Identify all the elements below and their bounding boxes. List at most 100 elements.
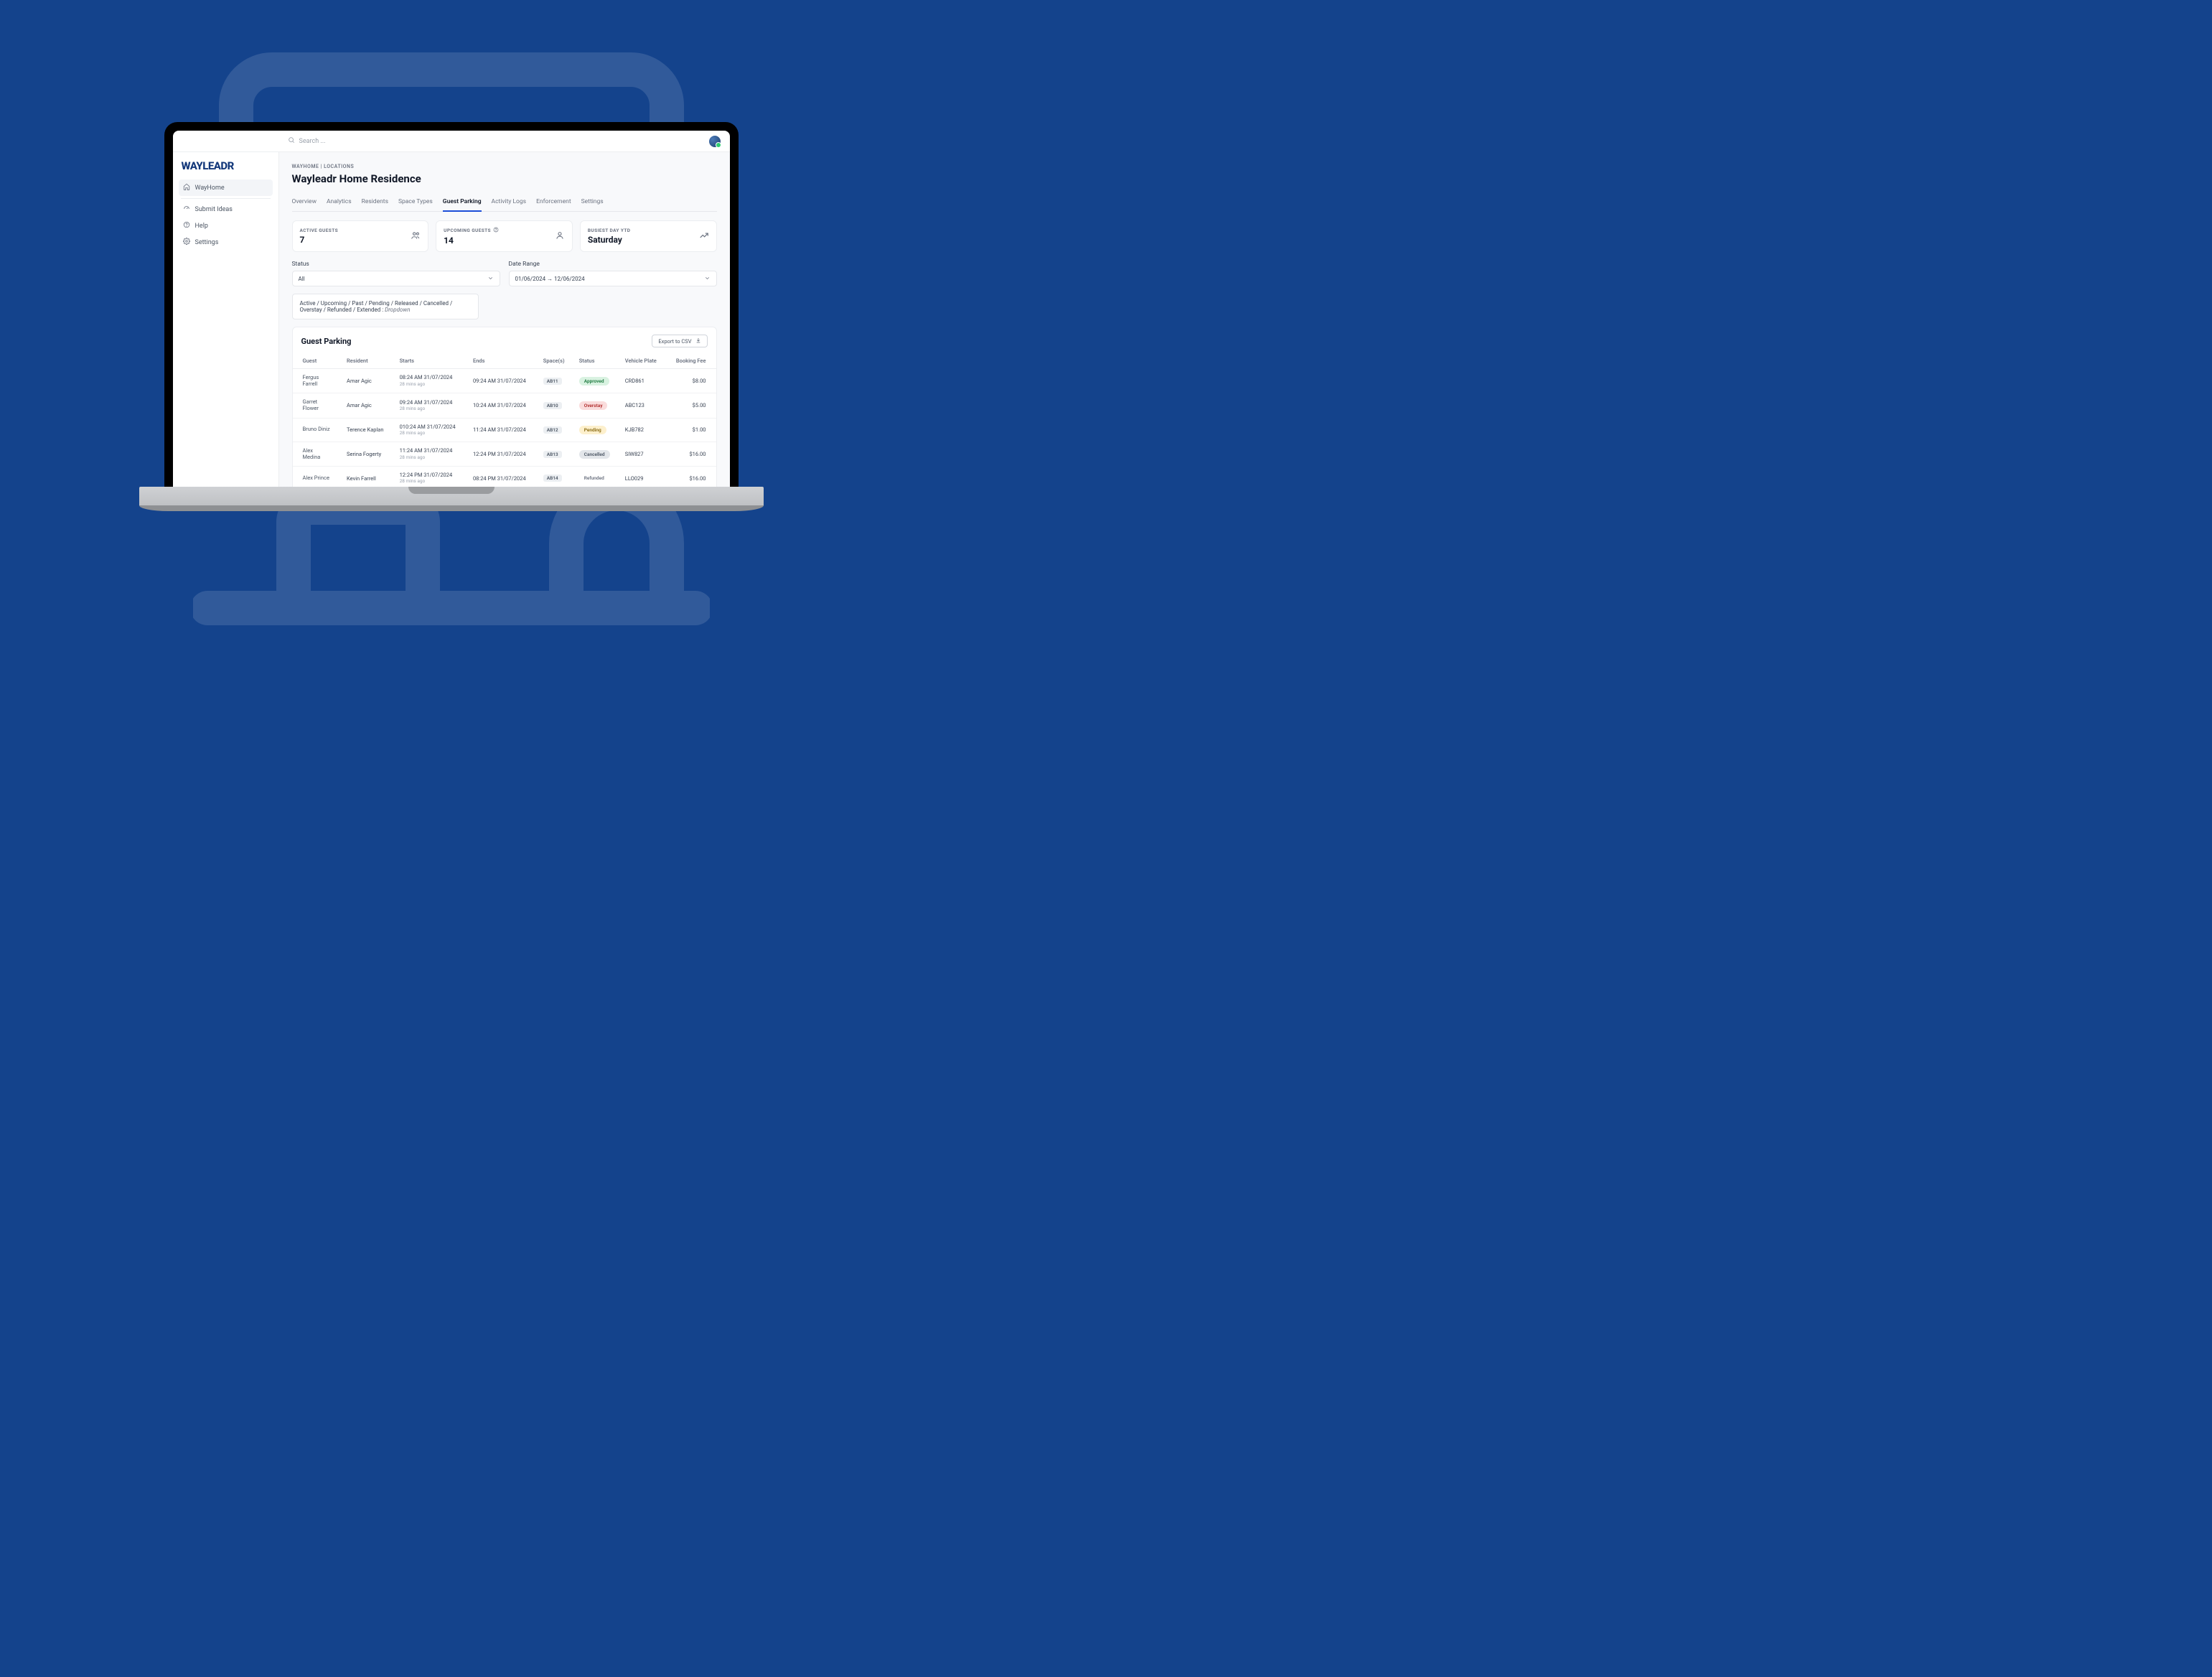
help-icon [183, 221, 190, 230]
cell-starts: 11:24 AM 31/07/202428 mins ago [394, 442, 467, 466]
page-title: Wayleadr Home Residence [292, 172, 717, 185]
sidebar-item-label: Submit Ideas [195, 206, 233, 213]
cell-status: Approved [573, 369, 619, 393]
table-title: Guest Parking [301, 337, 352, 346]
cell-plate: ABC123 [619, 393, 666, 418]
sidebar-item-help[interactable]: Help [179, 218, 273, 234]
th-starts: Starts [394, 353, 467, 369]
stat-label: BUSIEST DAY YTD [588, 228, 631, 233]
tab-enforcement[interactable]: Enforcement [536, 194, 571, 211]
trending-up-icon [699, 230, 709, 243]
stat-value: Saturday [588, 235, 631, 245]
cell-fee: $1.00 [666, 418, 716, 442]
gear-icon [183, 238, 190, 247]
cell-plate: SIW827 [619, 442, 666, 466]
date-range-select[interactable]: 01/06/2024 → 12/06/2024 [509, 271, 717, 286]
tab-residents[interactable]: Residents [362, 194, 388, 211]
cell-resident: Kevin Farrell [341, 467, 394, 487]
cell-status: Overstay [573, 393, 619, 418]
user-icon [555, 230, 565, 243]
cell-status: Cancelled [573, 442, 619, 466]
download-icon [695, 337, 701, 345]
cell-ends: 08:24 PM 31/07/2024 [467, 467, 538, 487]
speedometer-icon [183, 205, 190, 214]
tabs: Overview Analytics Residents Space Types… [292, 194, 717, 212]
cell-plate: LLO029 [619, 467, 666, 487]
table-row[interactable]: Alex PrinceKevin Farrell12:24 PM 31/07/2… [293, 467, 716, 487]
cell-guest: Alex Medina [303, 448, 332, 460]
tab-space-types[interactable]: Space Types [398, 194, 433, 211]
cell-fee: $16.00 [666, 442, 716, 466]
stat-value: 14 [444, 235, 499, 246]
cell-starts: 08:24 AM 31/07/202428 mins ago [394, 369, 467, 393]
cell-plate: CRD861 [619, 369, 666, 393]
cell-resident: Amar Agic [341, 393, 394, 418]
cell-space: AB14 [538, 467, 573, 487]
main-content: WAYHOME | LOCATIONS Wayleadr Home Reside… [279, 152, 730, 487]
search-input[interactable]: Search ... [288, 136, 326, 146]
cell-ends: 12:24 PM 31/07/2024 [467, 442, 538, 466]
th-resident: Resident [341, 353, 394, 369]
date-range-value: 01/06/2024 → 12/06/2024 [515, 276, 585, 282]
status-options-hint: Active / Upcoming / Past / Pending / Rel… [292, 294, 479, 319]
th-guest: Guest [293, 353, 342, 369]
th-booking-fee: Booking Fee [666, 353, 716, 369]
tab-overview[interactable]: Overview [292, 194, 317, 211]
cell-fee: $16.00 [666, 467, 716, 487]
cell-space: AB12 [538, 418, 573, 442]
chevron-down-icon [487, 275, 494, 283]
cell-starts: 12:24 PM 31/07/202428 mins ago [394, 467, 467, 487]
sidebar: WAYLEADR WayHome Submit Ideas Help [173, 152, 279, 487]
cell-resident: Serina Fogerty [341, 442, 394, 466]
stat-card-active-guests: ACTIVE GUESTS 7 [292, 220, 429, 252]
th-vehicle-plate: Vehicle Plate [619, 353, 666, 369]
tab-activity-logs[interactable]: Activity Logs [492, 194, 527, 211]
cell-guest: Fergus Farrell [303, 375, 332, 387]
stat-card-busiest-day: BUSIEST DAY YTD Saturday [580, 220, 717, 252]
cell-fee: $8.00 [666, 369, 716, 393]
sidebar-item-label: Settings [195, 239, 219, 246]
cell-status: Pending [573, 418, 619, 442]
cell-ends: 10:24 AM 31/07/2024 [467, 393, 538, 418]
cell-space: AB11 [538, 369, 573, 393]
users-icon [411, 230, 421, 243]
table-row[interactable]: Garret FlowerAmar Agic09:24 AM 31/07/202… [293, 393, 716, 418]
th-ends: Ends [467, 353, 538, 369]
date-range-label: Date Range [509, 261, 717, 268]
guest-parking-table: Guest Resident Starts Ends Space(s) Stat… [293, 353, 716, 487]
status-filter-select[interactable]: All [292, 271, 500, 286]
table-row[interactable]: Alex Medina Serina Fogerty11:24 AM 31/07/… [293, 442, 716, 466]
cell-starts: 010:24 AM 31/07/202428 mins ago [394, 418, 467, 442]
export-csv-button[interactable]: Export to CSV [652, 335, 707, 347]
cell-status: Refunded [573, 467, 619, 487]
stat-value: 7 [300, 235, 338, 245]
table-row[interactable]: Fergus Farrell Amar Agic08:24 AM 31/07/20… [293, 369, 716, 393]
cell-plate: KJB782 [619, 418, 666, 442]
sidebar-item-submit-ideas[interactable]: Submit Ideas [179, 201, 273, 218]
cell-space: AB13 [538, 442, 573, 466]
avatar[interactable] [708, 135, 721, 148]
logo: WAYLEADR [179, 158, 273, 179]
tab-analytics[interactable]: Analytics [327, 194, 352, 211]
sidebar-item-wayhome[interactable]: WayHome [179, 179, 273, 196]
cell-resident: Amar Agic [341, 369, 394, 393]
th-status: Status [573, 353, 619, 369]
tab-settings[interactable]: Settings [581, 194, 604, 211]
search-placeholder: Search ... [299, 138, 326, 145]
cell-ends: 09:24 AM 31/07/2024 [467, 369, 538, 393]
table-row[interactable]: Bruno DinizTerence Kaplan010:24 AM 31/07… [293, 418, 716, 442]
cell-guest: Garret Flower [303, 399, 332, 411]
info-icon[interactable] [493, 227, 499, 234]
sidebar-item-label: Help [195, 223, 208, 230]
laptop-frame: Search ... WAYLEADR WayHome Submit I [164, 122, 739, 511]
sidebar-item-settings[interactable]: Settings [179, 234, 273, 251]
cell-guest: Bruno Diniz [303, 426, 332, 433]
topbar: Search ... [173, 131, 730, 152]
sidebar-item-label: WayHome [195, 184, 225, 192]
export-csv-label: Export to CSV [658, 338, 691, 345]
status-filter-label: Status [292, 261, 500, 268]
cell-fee: $5.00 [666, 393, 716, 418]
breadcrumb: WAYHOME | LOCATIONS [292, 164, 717, 169]
tab-guest-parking[interactable]: Guest Parking [443, 194, 482, 211]
th-spaces: Space(s) [538, 353, 573, 369]
